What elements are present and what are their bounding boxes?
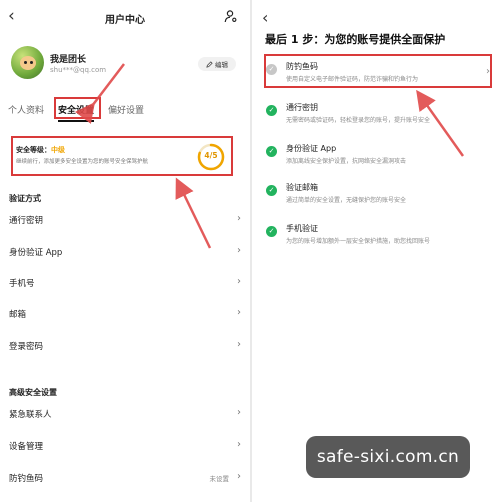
check-circle-icon: ✓: [266, 226, 277, 237]
security-level-desc: 继续前行，添加更多安全设置为您的账号安全保驾护航: [16, 159, 149, 165]
pencil-icon: [206, 60, 213, 68]
security-level-title: 安全等级：中级: [16, 145, 65, 155]
verify-item-authenticator[interactable]: 身份验证 App ›: [9, 245, 241, 260]
chevron-right-icon: ›: [237, 307, 241, 318]
chevron-right-icon: ›: [237, 407, 241, 418]
chevron-right-icon: ›: [237, 276, 241, 287]
option-desc: 通过简单的安全设置，无缝保护您的账号安全: [286, 197, 407, 204]
active-tab-indicator: [58, 120, 94, 122]
tab-profile[interactable]: 个人资料: [8, 103, 44, 116]
verify-item-email[interactable]: 邮箱 ›: [9, 307, 241, 322]
user-center-panel: ‹ 用户中心 我是团长 shu***@qq.com 编辑 个人资料 安全设置 偏…: [0, 0, 250, 502]
check-circle-icon: ✓: [266, 185, 277, 196]
tab-preferences[interactable]: 偏好设置: [108, 103, 144, 116]
chevron-right-icon: ›: [237, 471, 241, 482]
verify-item-passkey[interactable]: 通行密钥 ›: [9, 213, 241, 228]
security-level-value: 中级: [51, 146, 65, 154]
chevron-right-icon: ›: [237, 213, 241, 224]
chevron-right-icon: ›: [237, 339, 241, 350]
advanced-item-device-management[interactable]: 设备管理 ›: [9, 439, 241, 454]
verify-item-label: 手机号: [9, 279, 35, 289]
option-desc: 添加离线安全保护设置，抗网络安全漏洞攻击: [286, 158, 407, 165]
page-title: 用户中心: [105, 15, 145, 26]
option-verify-email: ✓ 验证邮箱 通过简单的安全设置，无缝保护您的账号安全: [266, 181, 492, 211]
advanced-item-anti-phishing[interactable]: 防钓鱼码 未设置 ›: [9, 471, 241, 486]
watermark: safe-sixi.com.cn: [306, 436, 470, 478]
option-name: 身份验证 App: [286, 144, 337, 153]
verify-item-label: 身份验证 App: [9, 248, 63, 258]
advanced-item-label: 防钓鱼码: [9, 474, 44, 484]
edit-label: 编辑: [215, 61, 228, 69]
protection-steps-panel: ‹ 最后 1 步：为您的账号提供全面保护 ✓ 防钓鱼码 使用自定义电子邮件验证码…: [252, 0, 500, 502]
advanced-item-label: 紧急联系人: [9, 410, 52, 420]
option-name: 验证邮箱: [286, 183, 318, 192]
check-circle-icon: ✓: [266, 105, 277, 116]
username: 我是团长: [50, 55, 87, 65]
security-score: 4/5: [204, 151, 218, 160]
verify-item-login-password[interactable]: 登录密码 ›: [9, 339, 241, 354]
advanced-section-title: 高级安全设置: [9, 388, 57, 397]
option-authenticator-app: ✓ 身份验证 App 添加离线安全保护设置，抗网络安全漏洞攻击: [266, 142, 492, 172]
option-phone-verify: ✓ 手机验证 为您的账号增加额外一层安全保护措施，助您找回账号: [266, 222, 492, 252]
advanced-item-emergency-contact[interactable]: 紧急联系人 ›: [9, 407, 241, 422]
option-desc: 无需密码或验证码，轻松登录您的账号，提升账号安全: [286, 117, 431, 124]
option-highlight-box: [264, 54, 492, 88]
option-name: 手机验证: [286, 224, 318, 233]
security-level-label: 安全等级：: [16, 146, 51, 154]
edit-profile-button[interactable]: 编辑: [198, 57, 236, 71]
user-email: shu***@qq.com: [50, 66, 107, 74]
verify-item-label: 登录密码: [9, 342, 44, 352]
back-chevron-icon[interactable]: ‹: [262, 8, 268, 27]
advanced-item-status: 未设置: [209, 475, 230, 483]
steps-title: 最后 1 步：为您的账号提供全面保护: [265, 33, 446, 46]
option-passkey: ✓ 通行密钥 无需密码或验证码，轻松登录您的账号，提升账号安全: [266, 101, 492, 131]
verify-item-phone[interactable]: 手机号 ›: [9, 276, 241, 291]
avatar[interactable]: [11, 46, 44, 79]
verify-item-label: 通行密钥: [9, 216, 44, 226]
chevron-right-icon: ›: [237, 439, 241, 450]
option-desc: 为您的账号增加额外一层安全保护措施，助您找回账号: [286, 238, 431, 245]
verify-section-title: 验证方式: [9, 194, 41, 203]
chevron-right-icon: ›: [237, 245, 241, 256]
user-gear-icon[interactable]: [224, 9, 238, 23]
verify-item-label: 邮箱: [9, 310, 27, 320]
tab-highlight-box: [54, 97, 101, 119]
option-name: 通行密钥: [286, 103, 318, 112]
top-bar: ‹ 用户中心: [0, 0, 250, 34]
check-circle-icon: ✓: [266, 146, 277, 157]
advanced-item-label: 设备管理: [9, 442, 44, 452]
